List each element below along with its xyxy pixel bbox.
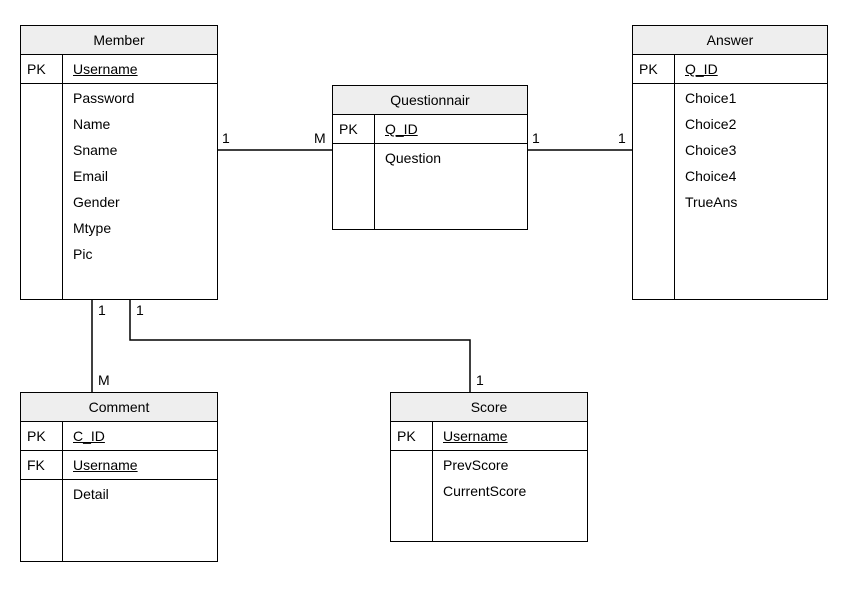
- cardinality-questionnair-answer-right: 1: [618, 130, 626, 146]
- entity-member-attr: Name: [73, 116, 207, 132]
- entity-member-attr: Mtype: [73, 220, 207, 236]
- entity-member-attrs-keycol: [21, 84, 63, 299]
- entity-score-attrs-keycol: [391, 451, 433, 541]
- entity-member-pk-label: PK: [21, 55, 63, 83]
- entity-questionnair-attrs: Question: [385, 150, 517, 166]
- entity-answer-attr: Choice3: [685, 142, 817, 158]
- entity-answer-attr: TrueAns: [685, 194, 817, 210]
- entity-comment-attr: Detail: [73, 486, 207, 502]
- entity-comment-pk-attr: C_ID: [73, 428, 207, 444]
- entity-member-attr: Password: [73, 90, 207, 106]
- entity-score-pk-attr: Username: [443, 428, 577, 444]
- entity-answer-attr: Choice2: [685, 116, 817, 132]
- entity-score: Score PK Username PrevScore CurrentScore: [390, 392, 588, 542]
- cardinality-member-questionnair-right: M: [314, 130, 326, 146]
- entity-questionnair-title: Questionnair: [333, 86, 527, 115]
- entity-comment-attrs: Detail: [73, 486, 207, 502]
- entity-answer-pk-attr: Q_ID: [685, 61, 817, 77]
- entity-score-pk-label: PK: [391, 422, 433, 450]
- cardinality-member-comment-bottom: M: [98, 372, 110, 388]
- entity-comment: Comment PK C_ID FK Username Detail: [20, 392, 218, 562]
- entity-questionnair-attr: Question: [385, 150, 517, 166]
- entity-comment-fk-attr: Username: [73, 457, 207, 473]
- entity-questionnair-pk-label: PK: [333, 115, 375, 143]
- entity-answer-attr: Choice4: [685, 168, 817, 184]
- entity-member-attr: Gender: [73, 194, 207, 210]
- entity-member-pk-attr: Username: [73, 61, 207, 77]
- entity-comment-attrs-keycol: [21, 480, 63, 561]
- entity-answer-pk-label: PK: [633, 55, 675, 83]
- entity-member-attrs: Password Name Sname Email Gender Mtype P…: [73, 90, 207, 262]
- entity-answer-title: Answer: [633, 26, 827, 55]
- entity-score-attr: CurrentScore: [443, 483, 577, 499]
- entity-answer-attrs: Choice1 Choice2 Choice3 Choice4 TrueAns: [685, 90, 817, 210]
- entity-comment-pk-label: PK: [21, 422, 63, 450]
- entity-member-attr: Email: [73, 168, 207, 184]
- entity-member-attr: Sname: [73, 142, 207, 158]
- entity-answer: Answer PK Q_ID Choice1 Choice2 Choice3 C…: [632, 25, 828, 300]
- cardinality-member-questionnair-left: 1: [222, 130, 230, 146]
- entity-questionnair-attrs-keycol: [333, 144, 375, 229]
- entity-questionnair-pk-attr: Q_ID: [385, 121, 517, 137]
- entity-score-title: Score: [391, 393, 587, 422]
- entity-comment-title: Comment: [21, 393, 217, 422]
- cardinality-member-comment-top: 1: [98, 302, 106, 318]
- entity-questionnair: Questionnair PK Q_ID Question: [332, 85, 528, 230]
- entity-answer-attr: Choice1: [685, 90, 817, 106]
- er-diagram-canvas: 1 M 1 1 1 M 1 1 Member PK Username Passw…: [0, 0, 842, 595]
- entity-answer-attrs-keycol: [633, 84, 675, 299]
- entity-member-attr: Pic: [73, 246, 207, 262]
- entity-score-attr: PrevScore: [443, 457, 577, 473]
- entity-member: Member PK Username Password Name Sname E…: [20, 25, 218, 300]
- entity-member-title: Member: [21, 26, 217, 55]
- cardinality-member-score-bottom: 1: [476, 372, 484, 388]
- cardinality-member-score-top: 1: [136, 302, 144, 318]
- entity-comment-fk-label: FK: [21, 451, 63, 479]
- cardinality-questionnair-answer-left: 1: [532, 130, 540, 146]
- entity-score-attrs: PrevScore CurrentScore: [443, 457, 577, 499]
